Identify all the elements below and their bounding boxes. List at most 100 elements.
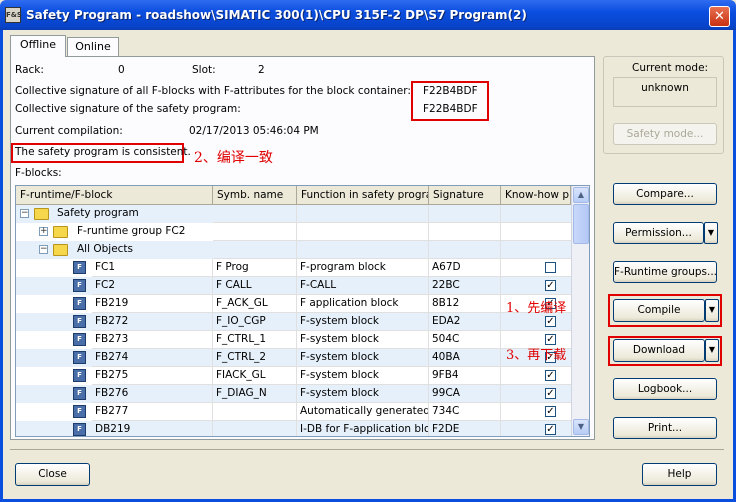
function-cell: I-DB for F-application block	[297, 421, 429, 436]
help-button[interactable]: Help	[642, 463, 717, 486]
table-row[interactable]: F FB275 FIACK_GL F-system block 9FB4 ✓	[16, 367, 572, 385]
folder-icon	[34, 208, 49, 220]
knowhow-checkbox[interactable]: ✓	[545, 280, 556, 291]
function-cell: F-program block	[297, 259, 429, 277]
signature-cell: 99CA	[429, 385, 501, 403]
symbol-cell: F Prog	[213, 259, 297, 277]
f-block-icon: F	[73, 297, 86, 310]
download-button[interactable]: Download	[613, 339, 705, 362]
function-cell: F-system block	[297, 367, 429, 385]
column-header-block[interactable]: F-runtime/F-block	[16, 186, 213, 205]
symbol-cell: F_IO_CGP	[213, 313, 297, 331]
empty-cell	[501, 205, 572, 223]
column-header-knowhow[interactable]: Know-how p	[501, 186, 571, 205]
function-cell: F-system block	[297, 349, 429, 367]
block-cell: FC1	[92, 259, 213, 277]
table-row[interactable]: F FC1 F Prog F-program block A67D	[16, 259, 572, 277]
f-block-icon: F	[73, 279, 86, 292]
runtime-groups-button[interactable]: F-Runtime groups...	[613, 261, 717, 283]
sig-all-value: F22B4BDF	[423, 85, 478, 97]
table-row[interactable]: F FB274 F_CTRL_2 F-system block 40BA ✓	[16, 349, 572, 367]
empty-cell	[297, 205, 429, 223]
table-row[interactable]: F FB276 F_DIAG_N F-system block 99CA ✓	[16, 385, 572, 403]
fblocks-table[interactable]: F-runtime/F-block Symb. name Function in…	[15, 185, 590, 437]
fblocks-label: F-blocks:	[15, 167, 62, 179]
block-cell: FB219	[92, 295, 213, 313]
window-title: Safety Program - roadshow\SIMATIC 300(1)…	[26, 8, 527, 22]
block-cell: FB277	[92, 403, 213, 421]
knowhow-checkbox[interactable]: ✓	[545, 388, 556, 399]
empty-cell	[297, 223, 429, 241]
knowhow-checkbox[interactable]: ✓	[545, 424, 556, 435]
block-cell: FB272	[92, 313, 213, 331]
annotation-consistent: 2、编译一致	[194, 150, 273, 166]
knowhow-checkbox[interactable]: ✓	[545, 406, 556, 417]
compilation-label: Current compilation:	[15, 125, 123, 137]
symbol-cell	[213, 421, 297, 436]
compile-button[interactable]: Compile	[613, 299, 705, 322]
tree-label: F-runtime group FC2	[77, 225, 186, 237]
empty-cell	[501, 223, 572, 241]
column-header-signature[interactable]: Signature	[429, 186, 501, 205]
column-header-function[interactable]: Function in safety program	[297, 186, 429, 205]
block-cell: FB274	[92, 349, 213, 367]
signature-cell: 9FB4	[429, 367, 501, 385]
tree-row-all-objects[interactable]: − All Objects	[16, 241, 572, 259]
symbol-cell: F_ACK_GL	[213, 295, 297, 313]
permission-dropdown-icon[interactable]: ▼	[704, 222, 718, 244]
mode-value: unknown	[613, 77, 717, 107]
tab-offline[interactable]: Offline	[10, 35, 66, 57]
vertical-scrollbar[interactable]: ▲ ▼	[571, 186, 589, 436]
tab-online[interactable]: Online	[67, 37, 119, 57]
collapse-icon[interactable]: −	[39, 245, 48, 254]
safety-mode-button[interactable]: Safety mode...	[613, 123, 717, 145]
f-block-icon: F	[73, 423, 86, 436]
download-dropdown-icon[interactable]: ▼	[705, 339, 719, 362]
table-row[interactable]: F DB219 I-DB for F-application block F2DE ✓	[16, 421, 572, 436]
annotation-download: 3、再下载	[506, 348, 567, 363]
annotation-compile: 1、先编译	[506, 301, 567, 316]
table-row[interactable]: F FB272 F_IO_CGP F-system block EDA2 ✓	[16, 313, 572, 331]
table-row[interactable]: F FB219 F_ACK_GL F application block 8B12 ✓	[16, 295, 572, 313]
tree-row-safety-program[interactable]: − Safety program	[16, 205, 572, 223]
function-cell: F-system block	[297, 313, 429, 331]
knowhow-cell	[501, 421, 572, 436]
window-close-icon[interactable]: ✕	[709, 6, 730, 27]
close-button[interactable]: Close	[15, 463, 90, 486]
empty-cell	[429, 241, 501, 259]
compile-dropdown-icon[interactable]: ▼	[705, 299, 719, 322]
knowhow-checkbox[interactable]: ✓	[545, 370, 556, 381]
scroll-down-icon[interactable]: ▼	[573, 419, 589, 435]
signature-cell: A67D	[429, 259, 501, 277]
scroll-up-icon[interactable]: ▲	[573, 187, 589, 203]
print-button[interactable]: Print...	[613, 417, 717, 439]
logbook-button[interactable]: Logbook...	[613, 378, 717, 400]
permission-button[interactable]: Permission...	[613, 222, 704, 244]
signature-cell: 40BA	[429, 349, 501, 367]
mode-label: Current mode:	[632, 62, 709, 74]
table-row[interactable]: F FC2 F CALL F-CALL 22BC ✓	[16, 277, 572, 295]
compare-button[interactable]: Compare...	[613, 183, 717, 205]
f-block-icon: F	[73, 387, 86, 400]
expand-icon[interactable]: +	[39, 227, 48, 236]
collapse-icon[interactable]: −	[20, 209, 29, 218]
empty-cell	[213, 205, 297, 223]
knowhow-checkbox[interactable]	[545, 262, 556, 273]
sig-prog-value: F22B4BDF	[423, 103, 478, 115]
table-row[interactable]: F FB277 Automatically generated ... 734C ✓	[16, 403, 572, 421]
symbol-cell: F CALL	[213, 277, 297, 295]
symbol-cell: F_CTRL_2	[213, 349, 297, 367]
block-cell: FB273	[92, 331, 213, 349]
sig-prog-label: Collective signature of the safety progr…	[15, 103, 241, 115]
symbol-cell: F_DIAG_N	[213, 385, 297, 403]
scroll-thumb[interactable]	[573, 204, 589, 244]
tree-label: Safety program	[57, 207, 139, 219]
knowhow-checkbox[interactable]: ✓	[545, 316, 556, 327]
tree-row-runtime-group[interactable]: + F-runtime group FC2	[16, 223, 572, 241]
knowhow-cell	[501, 367, 572, 385]
tree-label: All Objects	[77, 243, 134, 255]
table-row[interactable]: F FB273 F_CTRL_1 F-system block 504C ✓	[16, 331, 572, 349]
compilation-value: 02/17/2013 05:46:04 PM	[189, 125, 319, 137]
function-cell: F-system block	[297, 385, 429, 403]
column-header-symbol[interactable]: Symb. name	[213, 186, 297, 205]
